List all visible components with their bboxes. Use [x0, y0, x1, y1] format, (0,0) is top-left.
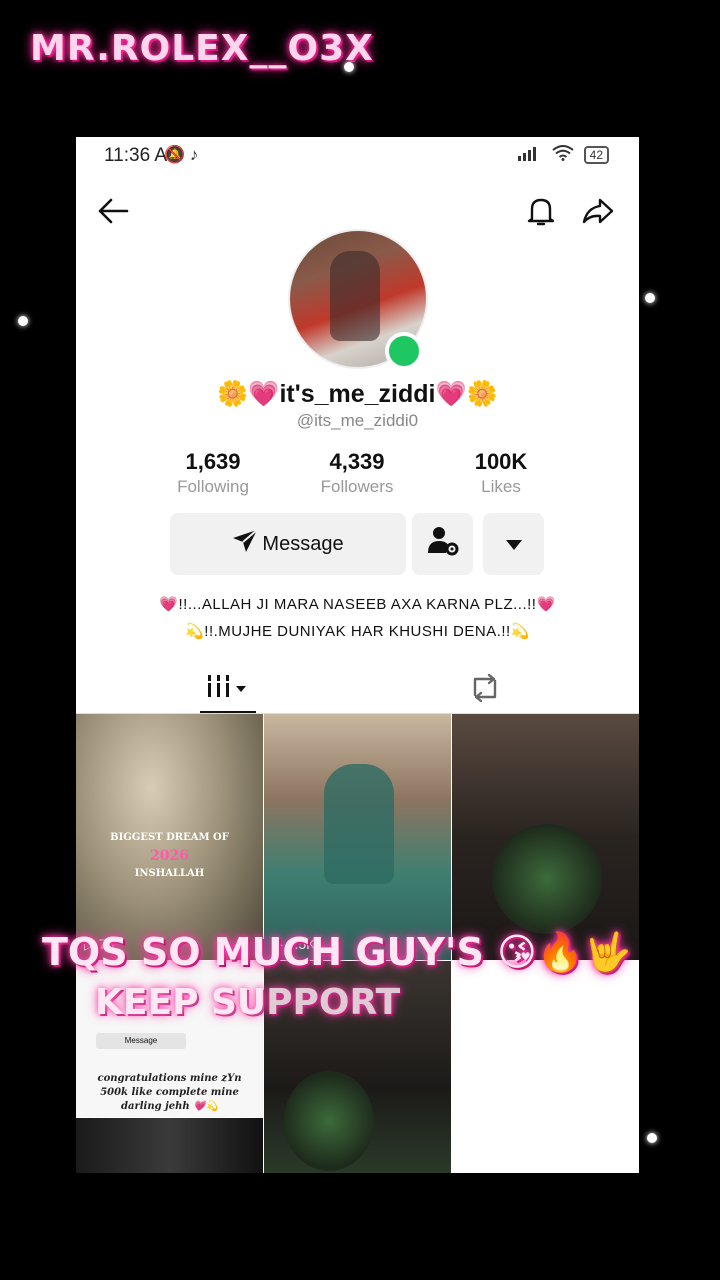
back-arrow-icon[interactable]	[96, 194, 130, 228]
message-button-label: Message	[262, 532, 344, 555]
stat-followers[interactable]: 4,339 Followers	[287, 449, 427, 497]
video-caption: INSHALLAH	[134, 868, 205, 879]
wifi-icon	[552, 145, 574, 165]
stat-value: 1,639	[185, 449, 241, 474]
video-thumbnail-figure	[324, 764, 394, 884]
tab-active-indicator	[200, 711, 256, 713]
stat-label: Likes	[481, 477, 521, 496]
sparkle-decoration	[645, 293, 655, 303]
status-bar: 11:36 AM 🔕 ♪ 42	[76, 137, 639, 175]
video-caption: BIGGEST DREAM OF	[110, 832, 229, 843]
sparkle-decoration	[344, 62, 354, 72]
bio-line-1: 💗!!...ALLAH JI MARA NASEEB AXA KARNA PLZ…	[159, 596, 556, 613]
video-tile[interactable]: BIGGEST DREAM OF 2026 INSHALLAH ▷ 78	[76, 714, 263, 960]
content-tabs	[76, 665, 639, 714]
stat-following[interactable]: 1,639 Following	[143, 449, 283, 497]
status-notification-icons: 🔕 ♪	[164, 145, 199, 164]
video-thumbnail-figure	[284, 1071, 374, 1171]
video-tile[interactable]: ▷ 1.5K	[264, 714, 451, 960]
message-button[interactable]: Message	[170, 513, 406, 575]
repost-icon	[469, 673, 501, 707]
online-status-dot	[385, 332, 423, 370]
send-icon	[232, 529, 259, 559]
video-thumbnail-figure	[492, 824, 602, 934]
battery-indicator: 42	[583, 146, 609, 164]
stat-value: 100K	[474, 449, 528, 474]
sparkle-decoration	[647, 1133, 657, 1143]
share-icon[interactable]	[581, 194, 615, 228]
overlay-support-text: KEEP SUPPORT	[95, 982, 401, 1023]
user-gear-icon	[426, 525, 460, 563]
more-options-dropdown[interactable]	[483, 513, 544, 575]
video-tile[interactable]	[76, 1118, 263, 1173]
caret-down-icon	[505, 533, 522, 556]
mini-caption: congratulations mine zYn	[97, 1073, 242, 1084]
video-caption-year: 2026	[150, 848, 189, 864]
watermark-text: MR.ROLEX__O3X	[30, 28, 374, 69]
sparkle-decoration	[18, 316, 28, 326]
video-tile[interactable]	[452, 714, 639, 960]
signal-icon	[517, 145, 542, 165]
stat-label: Following	[177, 477, 249, 496]
overlay-thanks-text: TQS SO MUCH GUY'S 😘🔥🤟	[42, 930, 632, 974]
stat-value: 4,339	[329, 449, 385, 474]
bio-line-2: 💫!!.MUJHE DUNIYAK HAR KHUSHI DENA.!!💫	[185, 623, 530, 640]
tab-videos[interactable]	[206, 671, 256, 705]
status-right: 42	[517, 145, 609, 165]
empty-grid-slot	[452, 961, 639, 1173]
grid-bars-icon	[206, 673, 232, 704]
mini-message-button: Message	[96, 1033, 186, 1049]
tab-caret-icon	[236, 679, 246, 697]
stat-likes[interactable]: 100K Likes	[431, 449, 571, 497]
bell-icon[interactable]	[524, 194, 558, 228]
tab-reposts[interactable]	[469, 673, 503, 705]
follow-settings-button[interactable]	[412, 513, 473, 575]
mini-caption: darling jehh 💗💫	[121, 1101, 218, 1112]
stat-label: Followers	[320, 477, 394, 496]
display-name: 🌼💗it's_me_ziddi💗🌼	[217, 380, 498, 408]
username: @its_me_ziddi0	[296, 411, 419, 430]
mini-caption: 500k like complete mine	[100, 1087, 239, 1098]
